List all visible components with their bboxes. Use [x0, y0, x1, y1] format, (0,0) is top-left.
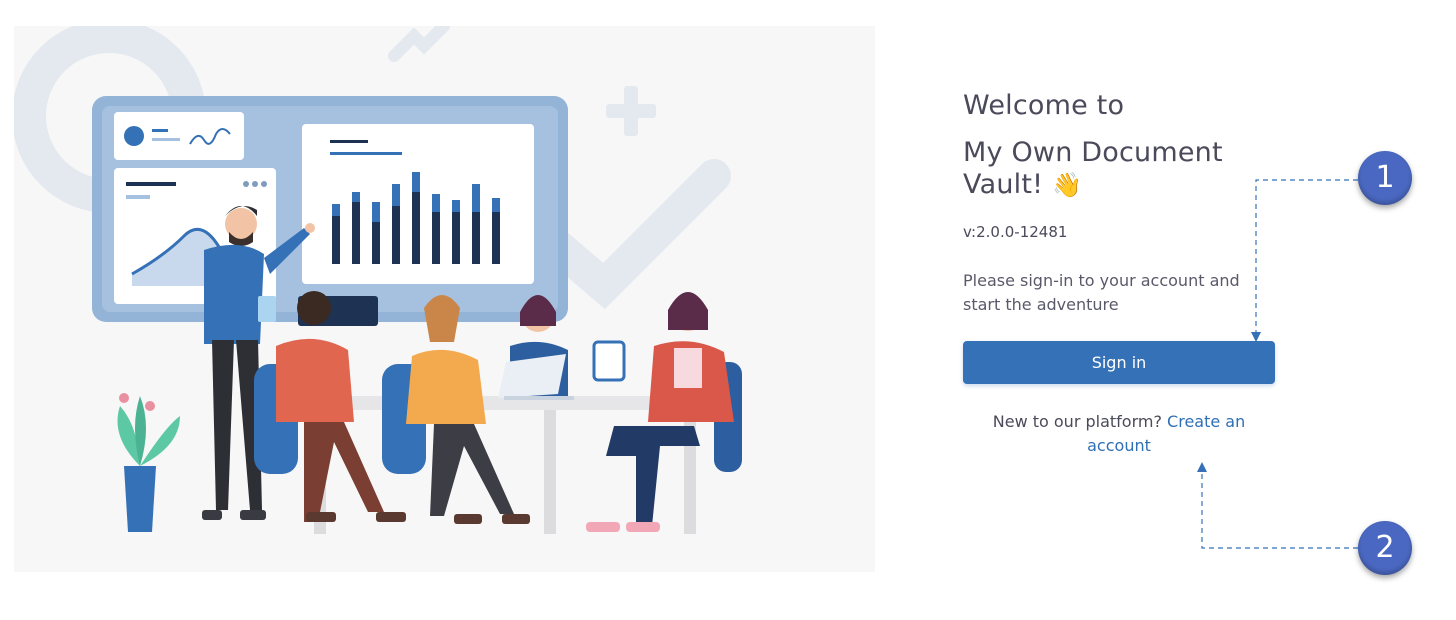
- team-meeting-illustration: [14, 26, 875, 572]
- callout-2-arrowhead-icon: [1197, 462, 1207, 472]
- waving-hand-icon: 👋: [1051, 171, 1083, 199]
- login-panel: Welcome to My Own Document Vault! 👋 v:2.…: [963, 88, 1275, 458]
- app-name-text: My Own Document Vault!: [963, 137, 1223, 200]
- sign-in-button[interactable]: Sign in: [963, 341, 1275, 384]
- welcome-heading: Welcome to: [963, 90, 1125, 121]
- version-label: v:2.0.0-12481: [963, 223, 1068, 241]
- register-prompt: New to our platform? Create an account: [963, 410, 1275, 458]
- signin-subtitle: Please sign-in to your account and start…: [963, 271, 1240, 314]
- register-prompt-text: New to our platform?: [992, 412, 1162, 431]
- callout-2-arrow-line: [1201, 470, 1358, 549]
- callout-badge-2: 2: [1358, 521, 1412, 575]
- login-page: Welcome to My Own Document Vault! 👋 v:2.…: [0, 0, 1456, 620]
- app-name-heading: My Own Document Vault! 👋: [963, 137, 1275, 201]
- callout-badge-1: 1: [1358, 151, 1412, 205]
- illustration-svg: [14, 26, 742, 534]
